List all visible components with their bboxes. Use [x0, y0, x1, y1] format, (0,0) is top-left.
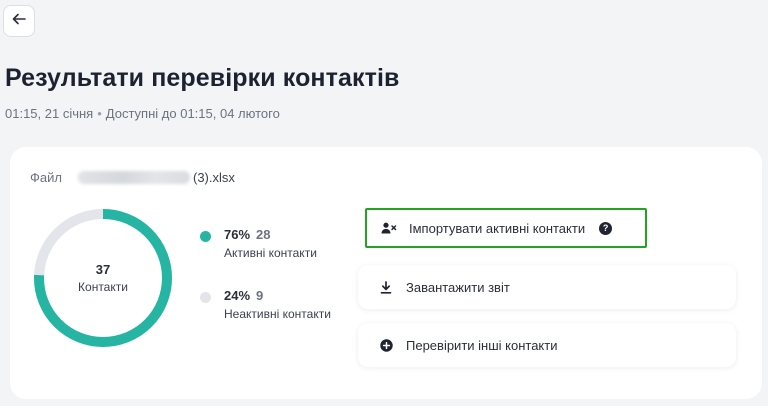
inactive-percent: 24%	[224, 288, 251, 303]
question-circle-icon[interactable]: ?	[599, 221, 613, 235]
file-name-blurred	[78, 171, 190, 184]
file-name-suffix: (3).xlsx	[193, 170, 235, 185]
results-card: Файл (3).xlsx 37 Контакти 76% 28 Активні …	[10, 147, 762, 399]
inactive-dot-icon	[200, 292, 211, 303]
import-active-contacts-label: Імпортувати активні контакти	[409, 220, 586, 236]
check-other-contacts-label: Перевірити інші контакти	[406, 337, 558, 353]
import-active-contacts-button[interactable]: Імпортувати активні контакти ?	[365, 208, 647, 248]
contacts-donut-chart: 37 Контакти	[28, 203, 178, 353]
meta-separator: •	[97, 106, 102, 121]
download-report-button[interactable]: Завантажити звіт	[358, 265, 736, 309]
active-label: Активні контакти	[224, 246, 317, 260]
arrow-left-icon	[12, 12, 26, 30]
page-title: Результати перевірки контактів	[5, 64, 400, 92]
total-contacts-count: 37	[95, 262, 111, 277]
back-button[interactable]	[3, 5, 35, 37]
active-count: 28	[256, 227, 271, 242]
download-icon	[378, 279, 394, 295]
page-meta: 01:15, 21 січня • Доступні до 01:15, 04 лю…	[5, 106, 280, 121]
inactive-label: Неактивні контакти	[224, 307, 331, 321]
check-other-contacts-button[interactable]: Перевірити інші контакти	[358, 323, 736, 367]
user-remove-icon	[381, 220, 397, 236]
download-report-label: Завантажити звіт	[406, 279, 510, 295]
availability-timestamp: Доступні до 01:15, 04 лютого	[105, 106, 280, 121]
plus-circle-icon	[378, 337, 394, 353]
active-dot-icon	[200, 231, 211, 242]
file-label: Файл	[30, 170, 62, 185]
inactive-count: 9	[256, 288, 264, 303]
total-contacts-label: Контакти	[78, 280, 128, 294]
active-percent: 76%	[224, 227, 251, 242]
donut-center: 37 Контакти	[28, 203, 178, 353]
file-row: Файл (3).xlsx	[30, 170, 235, 185]
created-timestamp: 01:15, 21 січня	[5, 106, 94, 121]
